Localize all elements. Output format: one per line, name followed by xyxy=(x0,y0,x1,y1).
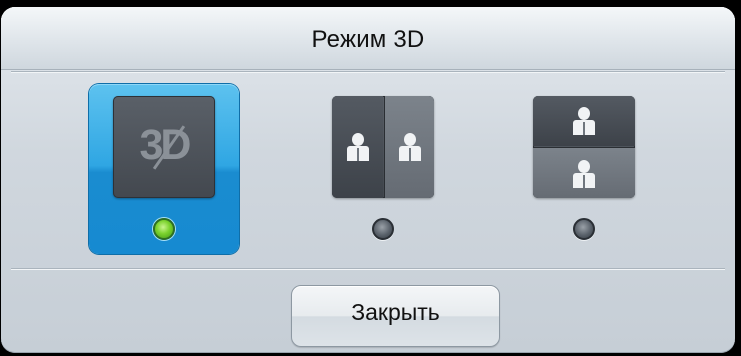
indicator-selected xyxy=(153,218,175,240)
right-pane xyxy=(384,96,434,198)
bottom-pane xyxy=(533,147,635,198)
mode-top-bottom[interactable] xyxy=(509,84,659,254)
person-icon xyxy=(346,133,369,161)
indicator-unselected xyxy=(372,218,394,240)
close-button-label: Закрыть xyxy=(351,299,440,325)
mode-side-by-side[interactable] xyxy=(308,84,458,254)
left-pane xyxy=(332,96,383,198)
close-button[interactable]: Закрыть xyxy=(291,285,500,347)
divider-bottom xyxy=(11,268,725,269)
dialog-title: Режим 3D xyxy=(311,26,425,53)
top-bottom-icon xyxy=(533,96,635,198)
dialog-header: Режим 3D xyxy=(1,7,735,70)
3d-mode-dialog: Режим 3D 3D Закрыть xyxy=(1,7,735,353)
mode-3d-off[interactable]: 3D xyxy=(89,84,239,254)
top-pane xyxy=(533,96,635,146)
side-by-side-icon xyxy=(332,96,434,198)
person-icon xyxy=(573,107,595,135)
divider-top xyxy=(11,71,725,72)
3d-off-label: 3D xyxy=(139,121,192,169)
3d-off-icon: 3D xyxy=(113,96,215,198)
indicator-unselected xyxy=(573,218,595,240)
person-icon xyxy=(573,159,595,188)
person-icon xyxy=(399,133,421,161)
